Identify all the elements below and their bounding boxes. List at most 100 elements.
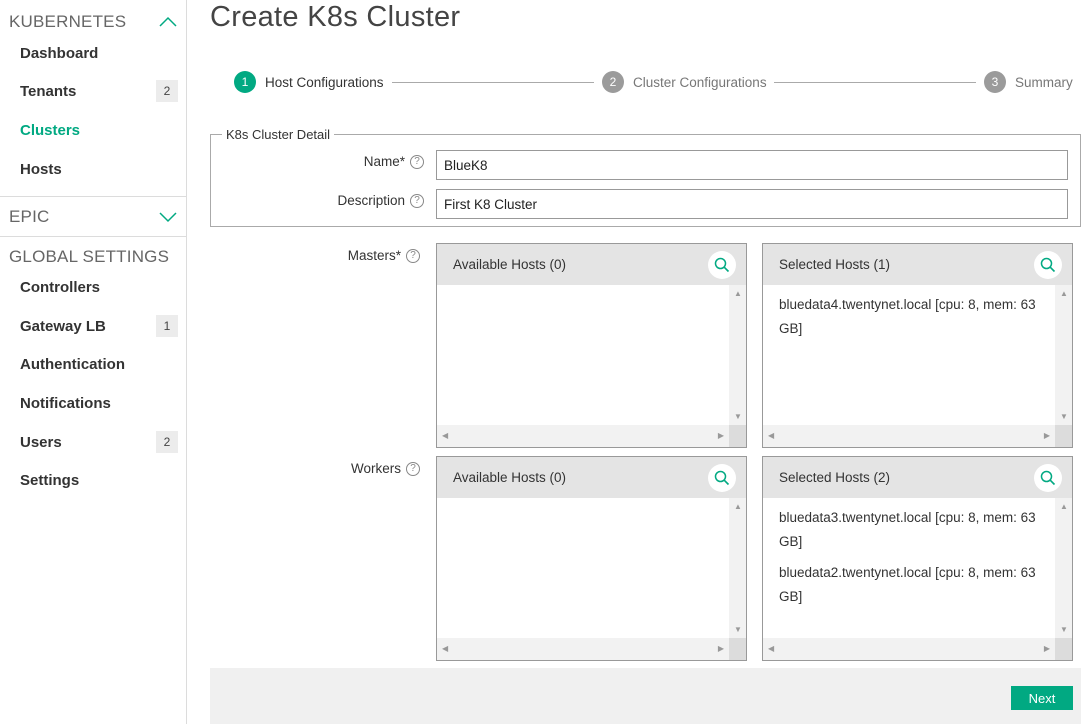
vertical-scrollbar[interactable]: ▲ ▼ xyxy=(729,285,746,425)
hosts-header-label: Available Hosts (0) xyxy=(453,257,567,272)
workers-label-text: Workers xyxy=(350,461,401,476)
scroll-up-icon[interactable]: ▲ xyxy=(734,502,742,511)
chevron-up-icon[interactable] xyxy=(158,15,178,29)
scroll-left-icon[interactable]: ◀ xyxy=(442,644,448,653)
hosts-header-label: Selected Hosts (2) xyxy=(779,470,891,485)
workers-available-hosts[interactable]: Available Hosts (0) ▲ ▼ ◀ ▶ xyxy=(436,456,747,661)
masters-label-text: Masters* xyxy=(347,248,401,263)
help-circle-icon[interactable]: ? xyxy=(406,461,420,476)
host-item[interactable]: bluedata2.twentynet.local [cpu: 8, mem: … xyxy=(779,554,1046,609)
workers-selected-hosts[interactable]: Selected Hosts (2) bluedata3.twentynet.l… xyxy=(762,456,1073,661)
search-icon[interactable] xyxy=(708,463,736,492)
search-icon[interactable] xyxy=(1034,463,1062,492)
scroll-left-icon[interactable]: ◀ xyxy=(442,431,448,440)
step-summary[interactable]: 3 Summary xyxy=(984,71,1073,93)
sidebar-item-label: Hosts xyxy=(20,160,62,178)
search-icon[interactable] xyxy=(1034,250,1062,279)
sidebar-item-hosts[interactable]: Hosts xyxy=(0,153,186,185)
step-cluster-configurations[interactable]: 2 Cluster Configurations xyxy=(602,71,767,93)
step-connector xyxy=(392,82,594,83)
scroll-down-icon[interactable]: ▼ xyxy=(1060,412,1068,421)
name-label-text: Name* xyxy=(363,154,405,169)
scroll-right-icon[interactable]: ▶ xyxy=(718,644,724,653)
section-epic-title: EPIC xyxy=(9,207,50,226)
sidebar-item-controllers[interactable]: Controllers xyxy=(0,271,186,303)
vertical-scrollbar[interactable]: ▲ ▼ xyxy=(1055,285,1072,425)
name-field[interactable] xyxy=(436,150,1068,180)
sidebar-item-label: Controllers xyxy=(20,278,101,296)
sidebar-item-gateway-lb[interactable]: Gateway LB 1 xyxy=(0,310,186,342)
hosts-header: Available Hosts (0) xyxy=(437,457,746,498)
step-host-configurations[interactable]: 1 Host Configurations xyxy=(234,71,384,93)
sidebar-item-authentication[interactable]: Authentication xyxy=(0,348,186,380)
workers-label: Workers ? xyxy=(351,461,420,476)
sidebar-item-label: Tenants xyxy=(20,82,77,100)
horizontal-scrollbar[interactable]: ◀ ▶ xyxy=(437,638,730,660)
chevron-down-icon[interactable] xyxy=(158,210,178,224)
vertical-scrollbar[interactable]: ▲ ▼ xyxy=(729,498,746,638)
step-label: Cluster Configurations xyxy=(633,74,767,90)
sidebar-item-label: Authentication xyxy=(20,355,125,373)
hosts-header: Selected Hosts (2) xyxy=(763,457,1072,498)
scroll-right-icon[interactable]: ▶ xyxy=(1044,431,1050,440)
fieldset-legend: K8s Cluster Detail xyxy=(222,127,335,142)
sidebar-item-clusters[interactable]: Clusters xyxy=(0,114,186,146)
scroll-left-icon[interactable]: ◀ xyxy=(768,644,774,653)
horizontal-scrollbar[interactable]: ◀ ▶ xyxy=(763,638,1056,660)
scroll-down-icon[interactable]: ▼ xyxy=(1060,625,1068,634)
divider xyxy=(0,236,186,237)
sidebar-item-label: Notifications xyxy=(20,394,111,412)
scroll-up-icon[interactable]: ▲ xyxy=(1060,289,1068,298)
sidebar-item-tenants[interactable]: Tenants 2 xyxy=(0,75,186,107)
step-number: 2 xyxy=(602,71,624,93)
horizontal-scrollbar[interactable]: ◀ ▶ xyxy=(437,425,730,447)
page-title: Create K8s Cluster xyxy=(210,1,461,33)
search-icon[interactable] xyxy=(708,250,736,279)
masters-available-hosts[interactable]: Available Hosts (0) ▲ ▼ ◀ ▶ xyxy=(436,243,747,448)
scroll-left-icon[interactable]: ◀ xyxy=(768,431,774,440)
hosts-list[interactable]: bluedata3.twentynet.local [cpu: 8, mem: … xyxy=(763,498,1056,638)
count-badge: 1 xyxy=(156,315,178,337)
horizontal-scrollbar[interactable]: ◀ ▶ xyxy=(763,425,1056,447)
step-number: 1 xyxy=(234,71,256,93)
scroll-up-icon[interactable]: ▲ xyxy=(734,289,742,298)
sidebar-item-notifications[interactable]: Notifications xyxy=(0,387,186,419)
scroll-down-icon[interactable]: ▼ xyxy=(734,625,742,634)
scroll-right-icon[interactable]: ▶ xyxy=(718,431,724,440)
vertical-scrollbar[interactable]: ▲ ▼ xyxy=(1055,498,1072,638)
hosts-list[interactable] xyxy=(437,285,730,425)
scroll-right-icon[interactable]: ▶ xyxy=(1044,644,1050,653)
masters-selected-hosts[interactable]: Selected Hosts (1) bluedata4.twentynet.l… xyxy=(762,243,1073,448)
hosts-list[interactable]: bluedata4.twentynet.local [cpu: 8, mem: … xyxy=(763,285,1056,425)
scrollbar-corner xyxy=(1055,638,1072,660)
sidebar-item-label: Users xyxy=(20,433,62,451)
section-kubernetes-title: KUBERNETES xyxy=(9,12,127,31)
section-global-title: GLOBAL SETTINGS xyxy=(9,247,170,266)
name-label: Name* ? xyxy=(364,154,424,169)
footer-bar xyxy=(210,668,1081,724)
divider xyxy=(0,196,186,197)
scroll-up-icon[interactable]: ▲ xyxy=(1060,502,1068,511)
host-item[interactable]: bluedata4.twentynet.local [cpu: 8, mem: … xyxy=(779,291,1046,341)
help-circle-icon[interactable]: ? xyxy=(406,248,420,263)
help-circle-icon[interactable]: ? xyxy=(410,154,424,169)
section-kubernetes[interactable]: KUBERNETES xyxy=(0,4,186,40)
step-label: Host Configurations xyxy=(265,74,384,90)
scroll-down-icon[interactable]: ▼ xyxy=(734,412,742,421)
description-field[interactable] xyxy=(436,189,1068,219)
hosts-header: Selected Hosts (1) xyxy=(763,244,1072,285)
count-badge: 2 xyxy=(156,431,178,453)
masters-label: Masters* ? xyxy=(348,248,420,263)
help-circle-icon[interactable]: ? xyxy=(410,193,424,208)
sidebar-item-label: Dashboard xyxy=(20,44,99,62)
section-epic[interactable]: EPIC xyxy=(0,199,186,235)
hosts-list[interactable] xyxy=(437,498,730,638)
sidebar-item-users[interactable]: Users 2 xyxy=(0,426,186,458)
next-button[interactable]: Next xyxy=(1011,686,1073,710)
sidebar-item-settings[interactable]: Settings xyxy=(0,464,186,496)
sidebar-item-label: Clusters xyxy=(20,121,81,139)
sidebar-item-dashboard[interactable]: Dashboard xyxy=(0,37,186,69)
scrollbar-corner xyxy=(729,425,746,447)
host-item[interactable]: bluedata3.twentynet.local [cpu: 8, mem: … xyxy=(779,504,1046,554)
count-badge: 2 xyxy=(156,80,178,102)
